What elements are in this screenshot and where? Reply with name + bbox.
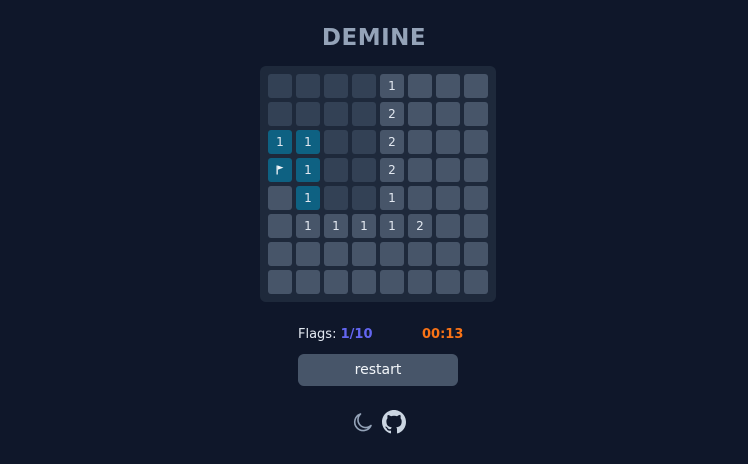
hidden-cell[interactable] bbox=[408, 158, 432, 182]
timer: 00:13 bbox=[422, 327, 464, 342]
number-cell[interactable]: 1 bbox=[380, 214, 404, 238]
flags-counter: Flags: 1/10 bbox=[298, 327, 373, 342]
hidden-cell[interactable] bbox=[352, 242, 376, 266]
cell-number: 1 bbox=[388, 219, 396, 233]
game-stats: Flags: 1/10 00:13 bbox=[0, 327, 748, 347]
cell-number: 2 bbox=[388, 163, 396, 177]
cell-number: 1 bbox=[304, 163, 312, 177]
game-title: DEMINE bbox=[321, 25, 427, 51]
number-cell[interactable]: 1 bbox=[296, 186, 320, 210]
flags-label: Flags: bbox=[298, 327, 337, 342]
cell-number: 2 bbox=[388, 135, 396, 149]
hidden-cell[interactable] bbox=[408, 130, 432, 154]
github-icon[interactable] bbox=[382, 410, 406, 434]
hidden-cell[interactable] bbox=[436, 158, 460, 182]
hidden-cell[interactable] bbox=[408, 186, 432, 210]
hidden-cell[interactable] bbox=[408, 270, 432, 294]
hidden-cell[interactable] bbox=[408, 102, 432, 126]
revealed-cell[interactable] bbox=[352, 74, 376, 98]
number-cell[interactable]: 1 bbox=[380, 186, 404, 210]
number-cell[interactable]: 2 bbox=[380, 102, 404, 126]
minefield-board: 1 2 1 1 2 1 2 1 1 1 1 1 1 2 bbox=[260, 66, 496, 302]
revealed-cell[interactable] bbox=[268, 74, 292, 98]
hidden-cell[interactable] bbox=[296, 242, 320, 266]
number-cell[interactable]: 1 bbox=[380, 74, 404, 98]
number-cell[interactable]: 1 bbox=[296, 130, 320, 154]
hidden-cell[interactable] bbox=[436, 102, 460, 126]
flagged-cell[interactable] bbox=[268, 158, 292, 182]
cell-number: 1 bbox=[276, 135, 284, 149]
cell-number: 1 bbox=[304, 219, 312, 233]
hidden-cell[interactable] bbox=[464, 130, 488, 154]
number-cell[interactable]: 1 bbox=[352, 214, 376, 238]
cell-number: 1 bbox=[332, 219, 340, 233]
restart-button[interactable]: restart bbox=[298, 354, 458, 386]
hidden-cell[interactable] bbox=[436, 130, 460, 154]
hidden-cell[interactable] bbox=[464, 158, 488, 182]
hidden-cell[interactable] bbox=[408, 74, 432, 98]
revealed-cell[interactable] bbox=[352, 130, 376, 154]
hidden-cell[interactable] bbox=[324, 270, 348, 294]
hidden-cell[interactable] bbox=[436, 186, 460, 210]
number-cell[interactable]: 1 bbox=[296, 158, 320, 182]
revealed-cell[interactable] bbox=[324, 130, 348, 154]
hidden-cell[interactable] bbox=[408, 242, 432, 266]
revealed-cell[interactable] bbox=[352, 102, 376, 126]
hidden-cell[interactable] bbox=[464, 186, 488, 210]
revealed-cell[interactable] bbox=[352, 158, 376, 182]
revealed-cell[interactable] bbox=[324, 158, 348, 182]
flags-value: 1/10 bbox=[340, 327, 373, 342]
hidden-cell[interactable] bbox=[352, 270, 376, 294]
flag-icon bbox=[276, 165, 284, 175]
hidden-cell[interactable] bbox=[464, 214, 488, 238]
revealed-cell[interactable] bbox=[324, 74, 348, 98]
revealed-cell[interactable] bbox=[352, 186, 376, 210]
number-cell[interactable]: 1 bbox=[296, 214, 320, 238]
revealed-cell[interactable] bbox=[296, 74, 320, 98]
cell-number: 2 bbox=[416, 219, 424, 233]
revealed-cell[interactable] bbox=[324, 186, 348, 210]
revealed-cell[interactable] bbox=[324, 102, 348, 126]
hidden-cell[interactable] bbox=[464, 102, 488, 126]
hidden-cell[interactable] bbox=[380, 270, 404, 294]
revealed-cell[interactable] bbox=[268, 102, 292, 126]
hidden-cell[interactable] bbox=[268, 186, 292, 210]
number-cell[interactable]: 2 bbox=[408, 214, 432, 238]
hidden-cell[interactable] bbox=[464, 242, 488, 266]
game-page: DEMINE 12112121111112 Flags: 1/10 00:13 … bbox=[0, 0, 748, 464]
hidden-cell[interactable] bbox=[296, 270, 320, 294]
number-cell[interactable]: 1 bbox=[268, 130, 292, 154]
hidden-cell[interactable] bbox=[268, 242, 292, 266]
revealed-cell[interactable] bbox=[296, 102, 320, 126]
hidden-cell[interactable] bbox=[436, 242, 460, 266]
number-cell[interactable]: 2 bbox=[380, 158, 404, 182]
cell-number: 1 bbox=[304, 135, 312, 149]
hidden-cell[interactable] bbox=[436, 214, 460, 238]
hidden-cell[interactable] bbox=[436, 270, 460, 294]
number-cell[interactable]: 1 bbox=[324, 214, 348, 238]
moon-icon[interactable] bbox=[351, 410, 375, 434]
hidden-cell[interactable] bbox=[380, 242, 404, 266]
cell-number: 2 bbox=[388, 107, 396, 121]
cell-number: 1 bbox=[388, 79, 396, 93]
cell-number: 1 bbox=[304, 191, 312, 205]
hidden-cell[interactable] bbox=[464, 270, 488, 294]
hidden-cell[interactable] bbox=[268, 270, 292, 294]
hidden-cell[interactable] bbox=[464, 74, 488, 98]
hidden-cell[interactable] bbox=[324, 242, 348, 266]
hidden-cell[interactable] bbox=[268, 214, 292, 238]
number-cell[interactable]: 2 bbox=[380, 130, 404, 154]
cell-number: 1 bbox=[388, 191, 396, 205]
cell-number: 1 bbox=[360, 219, 368, 233]
hidden-cell[interactable] bbox=[436, 74, 460, 98]
